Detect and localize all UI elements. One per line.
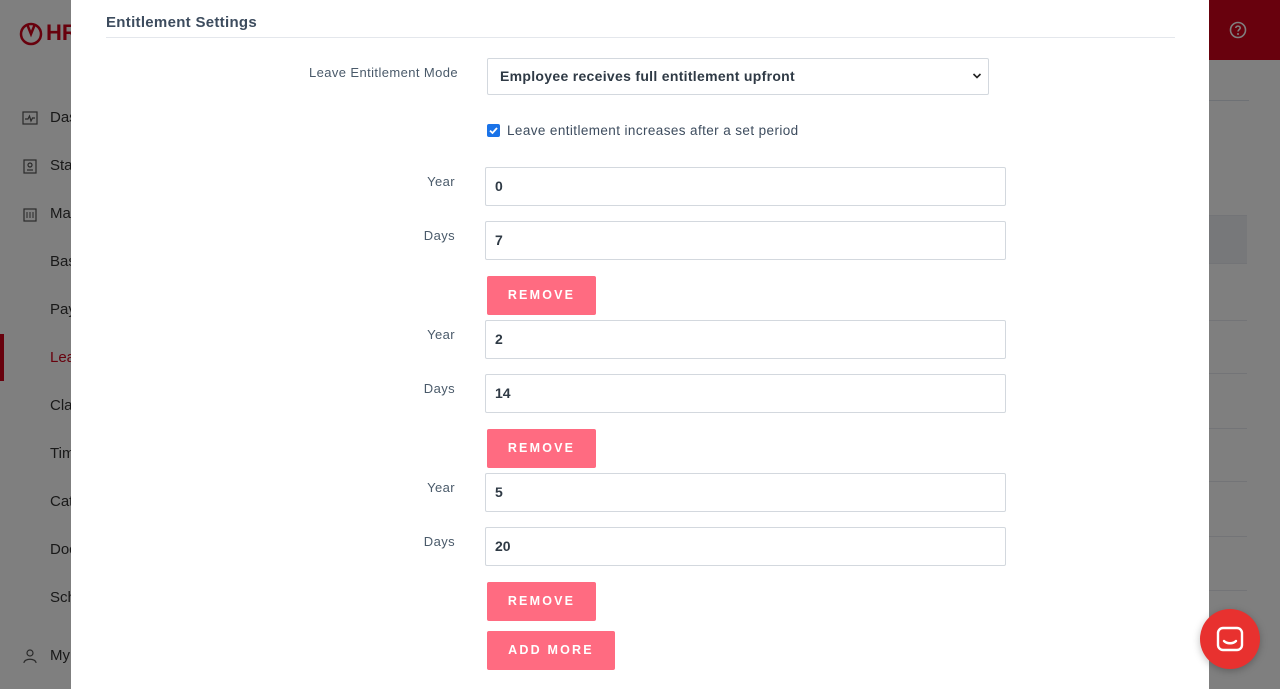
year-input[interactable]: 5 — [485, 473, 1006, 512]
year-label: Year — [427, 480, 455, 495]
increase-checkbox[interactable] — [487, 123, 500, 137]
divider — [106, 37, 1175, 38]
year-input[interactable]: 2 — [485, 320, 1006, 359]
remove-button[interactable]: REMOVE — [487, 276, 596, 315]
section-title: Entitlement Settings — [106, 14, 258, 31]
days-label: Days — [423, 228, 455, 243]
days-input[interactable]: 7 — [485, 221, 1006, 260]
days-label: Days — [423, 534, 455, 549]
remove-button[interactable]: REMOVE — [487, 582, 596, 621]
entitlement-mode-select[interactable]: Employee receives full entitlement upfro… — [487, 58, 989, 95]
year-input[interactable]: 0 — [485, 167, 1006, 206]
year-label: Year — [427, 327, 455, 342]
days-label: Days — [423, 381, 455, 396]
remove-button[interactable]: REMOVE — [487, 429, 596, 468]
days-input[interactable]: 20 — [485, 527, 1006, 566]
select-value: Employee receives full entitlement upfro… — [500, 68, 795, 84]
year-label: Year — [427, 174, 455, 189]
chat-icon — [1216, 626, 1244, 652]
checkmark-icon — [489, 126, 498, 134]
add-more-button[interactable]: ADD MORE — [487, 631, 615, 670]
days-input[interactable]: 14 — [485, 374, 1006, 413]
increase-checkbox-row[interactable]: Leave entitlement increases after a set … — [487, 121, 799, 139]
increase-checkbox-label: Leave entitlement increases after a set … — [507, 122, 799, 138]
entitlement-modal: Entitlement Settings Leave Entitlement M… — [71, 0, 1209, 689]
mode-label: Leave Entitlement Mode — [309, 65, 458, 80]
chevron-down-icon — [972, 73, 982, 79]
chat-launcher[interactable] — [1200, 609, 1260, 669]
